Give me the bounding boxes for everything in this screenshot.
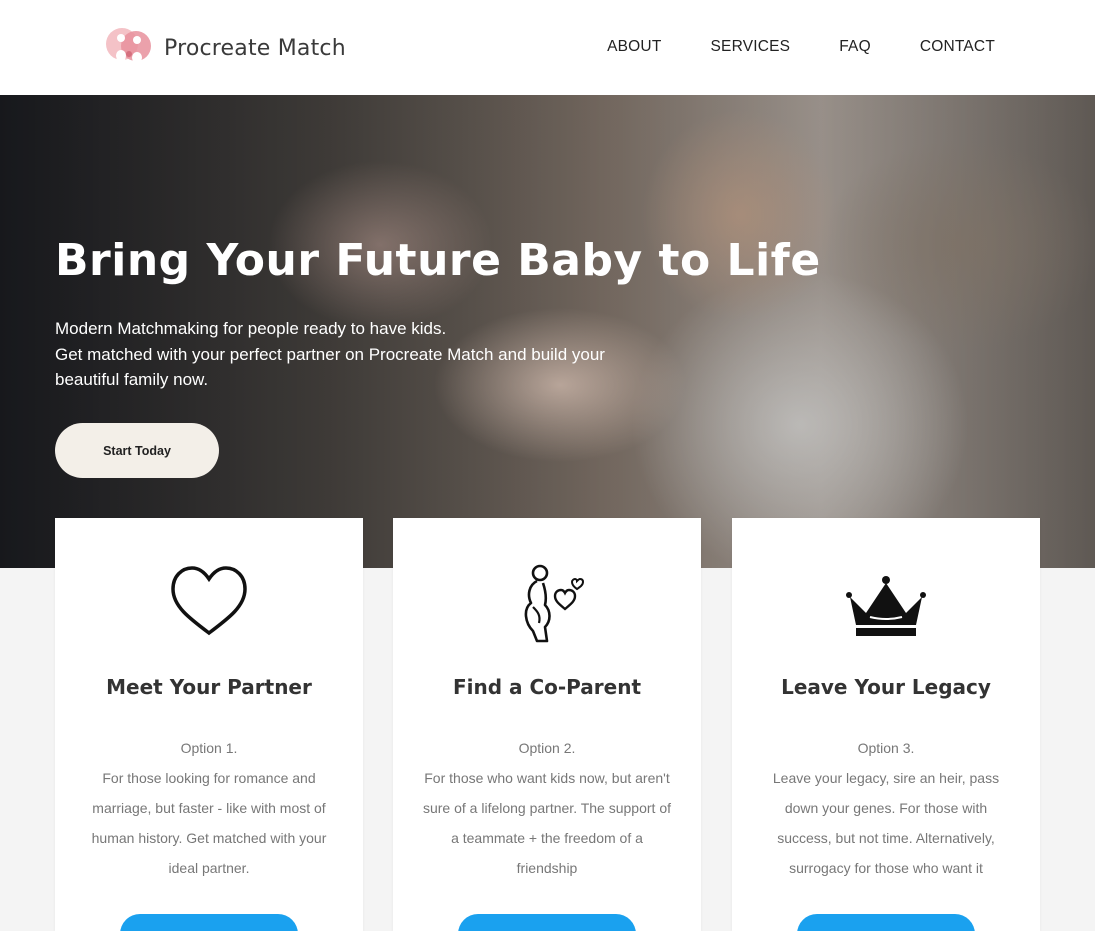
crown-icon: [846, 576, 926, 636]
hero-content: Bring Your Future Baby to Life Modern Ma…: [55, 235, 821, 393]
hero-title: Bring Your Future Baby to Life: [55, 235, 821, 286]
card-title: Leave Your Legacy: [781, 675, 991, 699]
service-card-legacy: Leave Your Legacy Option 3. Leave your l…: [732, 518, 1040, 931]
hero-subtitle-line: Modern Matchmaking for people ready to h…: [55, 319, 447, 338]
hero-subtitle: Modern Matchmaking for people ready to h…: [55, 316, 615, 393]
pregnant-woman-hearts-icon: [524, 564, 585, 643]
card-description: For those looking for romance and marria…: [91, 770, 327, 876]
card-option-label: Option 3.: [857, 740, 915, 756]
card-title: Meet Your Partner: [106, 675, 312, 699]
hero-section: Bring Your Future Baby to Life Modern Ma…: [0, 95, 1095, 568]
brand-name: Procreate Match: [164, 35, 346, 61]
card-title: Find a Co-Parent: [452, 675, 642, 699]
card-description: For those who want kids now, but aren't …: [422, 770, 671, 876]
nav-link-about[interactable]: ABOUT: [607, 38, 661, 56]
service-card-partner: Meet Your Partner Option 1. For those lo…: [55, 518, 363, 931]
nav-link-faq[interactable]: FAQ: [839, 38, 871, 56]
hero-subtitle-line: Get matched with your perfect partner on…: [55, 344, 605, 390]
site-header: Procreate Match ABOUT SERVICES FAQ CONTA…: [0, 0, 1095, 95]
family-logo-icon: [106, 28, 151, 66]
service-card-coparent: Find a Co-Parent Option 2. For those who…: [393, 518, 701, 931]
heart-outline-icon: [171, 566, 247, 636]
card-option-label: Option 2.: [518, 740, 576, 756]
start-today-button[interactable]: Start Today: [55, 423, 219, 478]
card-description: Leave your legacy, sire an heir, pass do…: [772, 770, 1000, 876]
main-nav: ABOUT SERVICES FAQ CONTACT: [558, 38, 995, 56]
nav-link-contact[interactable]: CONTACT: [920, 38, 995, 56]
card-option-label: Option 1.: [180, 740, 238, 756]
brand-logo[interactable]: Procreate Match: [102, 24, 346, 72]
nav-link-services[interactable]: SERVICES: [711, 38, 791, 56]
card-button-partner[interactable]: [120, 914, 298, 931]
card-button-legacy[interactable]: [797, 914, 975, 931]
card-button-coparent[interactable]: [458, 914, 636, 931]
